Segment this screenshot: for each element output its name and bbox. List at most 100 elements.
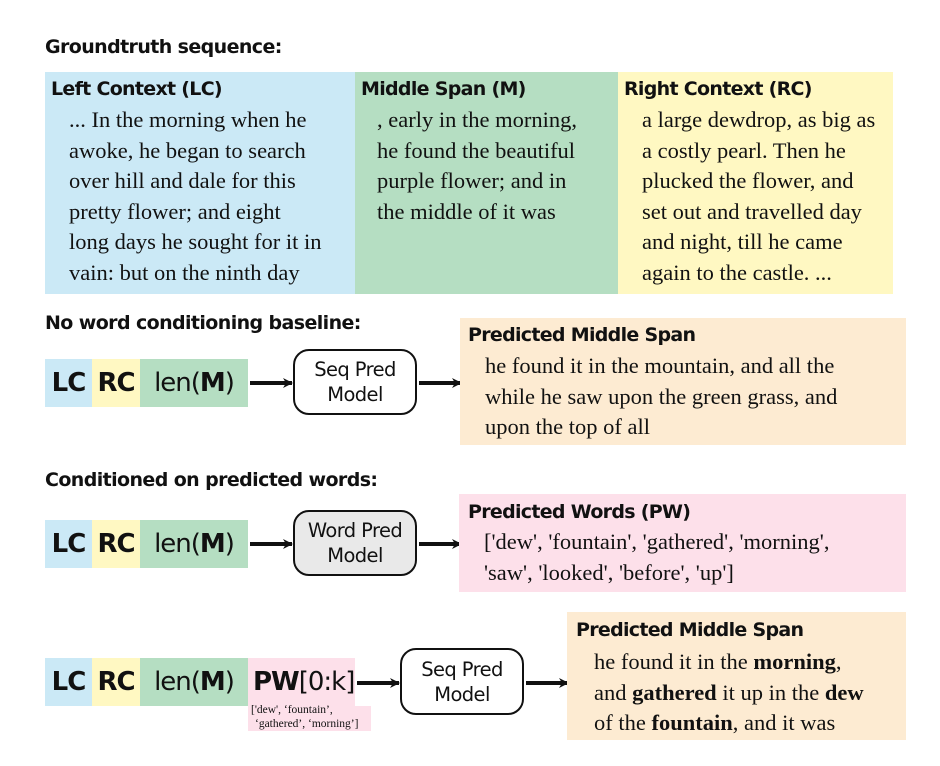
text-line: he found it in the mountain, and all the [485, 353, 835, 378]
text-segment: he found it in the [594, 649, 754, 674]
lc-label: LC [51, 368, 87, 398]
text-line: upon the top of all [485, 414, 650, 439]
text-line: awoke, he began to search [69, 137, 306, 163]
arrow-icon [419, 539, 462, 549]
text-segment: , and it was [732, 710, 836, 735]
text-line: over hill and dale for this [69, 168, 296, 193]
pw-slice: [0:k] [298, 667, 356, 697]
text-segment: and [594, 679, 633, 705]
arrow-icon [250, 378, 293, 388]
text-line: long days he sought for it in [69, 229, 322, 254]
arrow-icon [250, 539, 293, 549]
input-rc-token: RC [92, 520, 140, 568]
text-line: the middle of it was [377, 198, 556, 224]
pw-example-line2: ‘gathered’, ‘morning’] [255, 718, 359, 730]
text-line: he found it in the morning, [594, 647, 864, 678]
len-var: M [199, 529, 226, 559]
seq-pred-model-box: Seq Pred Model [400, 648, 524, 715]
model-label-line2: Model [327, 383, 383, 406]
pw-example-box: ['dew', ‘fountain’, ‘gathered’, ‘morning… [248, 704, 371, 731]
model-label-line1: Seq Pred [421, 657, 503, 681]
seq-pred-model-box: Seq Pred Model [293, 349, 417, 415]
len-prefix: len( [154, 368, 201, 398]
baseline-heading: No word conditioning baseline: [45, 312, 361, 334]
len-suffix: ) [224, 529, 235, 559]
input-lc-token: LC [45, 359, 92, 407]
text-line: of the fountain, and it was [594, 708, 864, 739]
arrow-icon [357, 678, 400, 688]
lc-label: LC [51, 667, 87, 697]
len-prefix: len( [154, 667, 201, 697]
text-line: and gathered it up in the dew [594, 678, 864, 709]
len-var: M [199, 667, 226, 697]
text-line: while he saw upon the green grass, and [485, 383, 838, 409]
left-context-text: ... In the morning when he awoke, he beg… [69, 105, 321, 288]
len-prefix: len( [154, 529, 201, 559]
len-var: M [199, 368, 226, 398]
predicted-span-title: Predicted Middle Span [576, 619, 804, 641]
right-context-box: Right Context (RC) a large dewdrop, as b… [618, 72, 893, 294]
predicted-words-box: Predicted Words (PW) ['dew', 'fountain',… [459, 494, 906, 592]
len-suffix: ) [224, 667, 235, 697]
predicted-span-title: Predicted Middle Span [468, 324, 696, 346]
text-line: vain: but on the ninth day [69, 259, 300, 285]
predicted-span-text: he found it in the morning, and gathered … [594, 647, 864, 739]
input-len-token: len(M) [140, 520, 248, 568]
lc-label: LC [51, 529, 87, 559]
pw-label: PW [253, 667, 300, 697]
input-rc-token: RC [92, 658, 140, 706]
middle-span-text: , early in the morning, he found the bea… [377, 105, 577, 227]
predicted-words-text: ['dew', 'fountain', 'gathered', 'morning… [484, 527, 829, 588]
word-pred-model-box: Word Pred Model [293, 510, 417, 576]
text-line: set out and travelled day [642, 198, 862, 224]
input-lc-token: LC [45, 520, 92, 568]
groundtruth-heading: Groundtruth sequence: [45, 36, 282, 58]
highlighted-word: gathered [632, 679, 717, 705]
input-len-token: len(M) [140, 658, 248, 706]
text-segment: of the [594, 710, 652, 735]
text-line: pretty flower; and eight [69, 198, 281, 224]
text-line: ['dew', 'fountain', 'gathered', 'morning… [484, 529, 830, 554]
len-suffix: ) [224, 368, 235, 398]
left-context-title: Left Context (LC) [51, 78, 223, 100]
highlighted-word: dew [824, 679, 864, 705]
text-line: a large dewdrop, as big as [642, 107, 876, 132]
text-line: purple flower; and in [377, 168, 567, 193]
highlighted-word: morning [753, 649, 836, 674]
middle-span-title: Middle Span (M) [361, 78, 526, 100]
highlighted-word: fountain [651, 710, 733, 735]
text-line: , early in the morning, [377, 107, 577, 132]
input-len-token: len(M) [140, 359, 248, 407]
model-label-line2: Model [434, 682, 490, 706]
model-label-line1: Seq Pred [314, 358, 396, 381]
conditioned-predicted-span-box: Predicted Middle Span he found it in the… [567, 612, 906, 740]
text-segment: it up in the [716, 679, 825, 705]
text-line: again to the castle. ... [642, 259, 832, 285]
text-line: he found the beautiful [377, 137, 576, 163]
text-line: and night, till he came [642, 229, 843, 254]
rc-label: RC [97, 529, 135, 559]
model-label-line2: Model [327, 544, 383, 567]
conditioned-heading: Conditioned on predicted words: [45, 469, 378, 491]
right-context-title: Right Context (RC) [624, 78, 812, 100]
text-line: plucked the flower, and [642, 168, 854, 193]
text-line: 'saw', 'looked', 'before', 'up'] [484, 559, 734, 585]
input-pw-token: PW [0:k] [248, 658, 355, 706]
baseline-predicted-span-box: Predicted Middle Span he found it in the… [460, 318, 906, 445]
arrow-icon [419, 378, 462, 388]
predicted-words-title: Predicted Words (PW) [468, 501, 691, 523]
input-lc-token: LC [45, 658, 92, 706]
pw-example-line1: ['dew', ‘fountain’, [251, 704, 333, 716]
rc-label: RC [97, 667, 135, 697]
text-segment: , [835, 649, 842, 674]
left-context-box: Left Context (LC) ... In the morning whe… [45, 72, 355, 294]
input-rc-token: RC [92, 359, 140, 407]
model-label-line1: Word Pred [307, 519, 403, 542]
middle-span-box: Middle Span (M) , early in the morning, … [355, 72, 618, 294]
arrow-icon [526, 678, 569, 688]
text-line: a costly pearl. Then he [642, 137, 846, 163]
predicted-span-text: he found it in the mountain, and all the… [485, 351, 837, 443]
rc-label: RC [97, 368, 135, 398]
right-context-text: a large dewdrop, as big as a costly pear… [642, 105, 875, 288]
text-line: ... In the morning when he [69, 107, 307, 132]
